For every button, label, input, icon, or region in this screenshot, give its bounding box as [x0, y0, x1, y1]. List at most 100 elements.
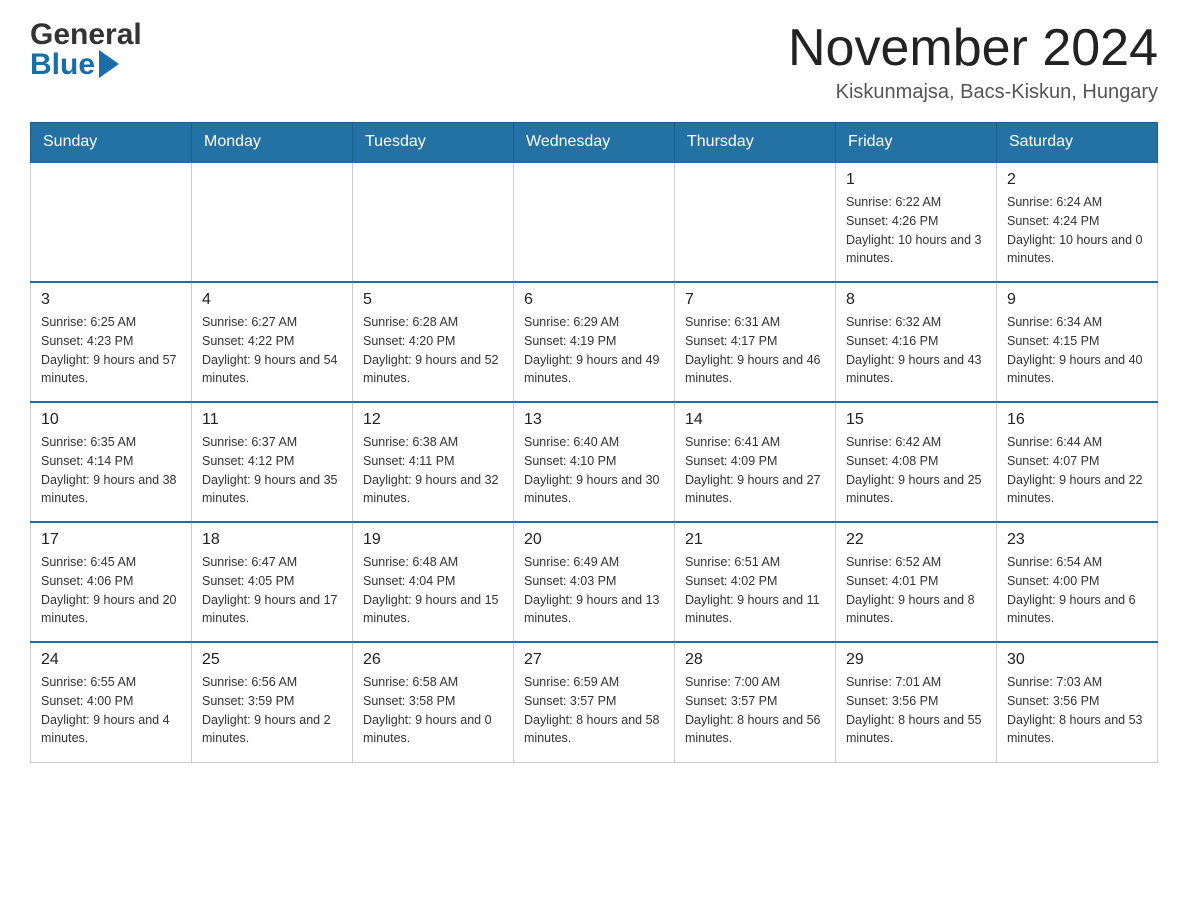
- calendar-day: [675, 162, 836, 282]
- calendar-day: 11Sunrise: 6:37 AMSunset: 4:12 PMDayligh…: [192, 402, 353, 522]
- page-title: November 2024: [788, 20, 1158, 77]
- calendar-day: 20 Sunrise: 6:49 AMSunset: 4:03 PMDayligh…: [514, 522, 675, 642]
- calendar-header-row: SundayMondayTuesdayWednesdayThursdayFrid…: [31, 123, 1158, 163]
- calendar-day: 21 Sunrise: 6:51 AMSunset: 4:02 PMDayligh…: [675, 522, 836, 642]
- calendar-day: 3 Sunrise: 6:25 AMSunset: 4:23 PMDaylight…: [31, 282, 192, 402]
- calendar-day: 7 Sunrise: 6:31 AMSunset: 4:17 PMDaylight…: [675, 282, 836, 402]
- day-info: Sunrise: 6:41 AMSunset: 4:09 PMDaylight:…: [685, 433, 825, 508]
- calendar-header-sunday: Sunday: [31, 123, 192, 163]
- day-number: 1: [846, 171, 986, 189]
- logo-blue-text: Blue: [30, 50, 95, 80]
- day-info: Sunrise: 6:51 AMSunset: 4:02 PMDaylight:…: [685, 553, 825, 628]
- day-number: 6: [524, 291, 664, 309]
- calendar-day: [353, 162, 514, 282]
- calendar-day: 17 Sunrise: 6:45 AMSunset: 4:06 PMDayligh…: [31, 522, 192, 642]
- day-number: 10: [41, 411, 181, 429]
- calendar-header-thursday: Thursday: [675, 123, 836, 163]
- calendar-day: 14 Sunrise: 6:41 AMSunset: 4:09 PMDayligh…: [675, 402, 836, 522]
- calendar-day: 15 Sunrise: 6:42 AMSunset: 4:08 PMDayligh…: [836, 402, 997, 522]
- day-number: 14: [685, 411, 825, 429]
- day-info: Sunrise: 6:24 AMSunset: 4:24 PMDaylight:…: [1007, 193, 1147, 268]
- calendar-day: 24Sunrise: 6:55 AMSunset: 4:00 PMDayligh…: [31, 642, 192, 762]
- calendar-header-wednesday: Wednesday: [514, 123, 675, 163]
- calendar-day: [514, 162, 675, 282]
- calendar-day: 2 Sunrise: 6:24 AMSunset: 4:24 PMDaylight…: [997, 162, 1158, 282]
- day-info: Sunrise: 6:52 AMSunset: 4:01 PMDaylight:…: [846, 553, 986, 628]
- day-number: 18: [202, 531, 342, 549]
- calendar-day: 26Sunrise: 6:58 AMSunset: 3:58 PMDayligh…: [353, 642, 514, 762]
- day-number: 26: [363, 651, 503, 669]
- day-number: 28: [685, 651, 825, 669]
- calendar-day: 5Sunrise: 6:28 AMSunset: 4:20 PMDaylight…: [353, 282, 514, 402]
- day-number: 7: [685, 291, 825, 309]
- calendar-day: 10 Sunrise: 6:35 AMSunset: 4:14 PMDayligh…: [31, 402, 192, 522]
- day-info: Sunrise: 6:42 AMSunset: 4:08 PMDaylight:…: [846, 433, 986, 508]
- day-number: 4: [202, 291, 342, 309]
- title-section: November 2024 Kiskunmajsa, Bacs-Kiskun, …: [788, 20, 1158, 104]
- day-number: 13: [524, 411, 664, 429]
- day-number: 12: [363, 411, 503, 429]
- calendar-day: 4 Sunrise: 6:27 AMSunset: 4:22 PMDaylight…: [192, 282, 353, 402]
- calendar-week-5: 24Sunrise: 6:55 AMSunset: 4:00 PMDayligh…: [31, 642, 1158, 762]
- day-info: Sunrise: 6:37 AMSunset: 4:12 PMDaylight:…: [202, 433, 342, 508]
- day-info: Sunrise: 6:54 AMSunset: 4:00 PMDaylight:…: [1007, 553, 1147, 628]
- day-info: Sunrise: 6:48 AMSunset: 4:04 PMDaylight:…: [363, 553, 503, 628]
- day-info: Sunrise: 6:27 AMSunset: 4:22 PMDaylight:…: [202, 313, 342, 388]
- day-info: Sunrise: 6:34 AMSunset: 4:15 PMDaylight:…: [1007, 313, 1147, 388]
- day-info: Sunrise: 6:40 AMSunset: 4:10 PMDaylight:…: [524, 433, 664, 508]
- calendar-day: 16Sunrise: 6:44 AMSunset: 4:07 PMDayligh…: [997, 402, 1158, 522]
- page-header: General Blue November 2024 Kiskunmajsa, …: [30, 20, 1158, 104]
- day-number: 19: [363, 531, 503, 549]
- calendar-week-2: 3 Sunrise: 6:25 AMSunset: 4:23 PMDaylight…: [31, 282, 1158, 402]
- day-number: 17: [41, 531, 181, 549]
- day-number: 25: [202, 651, 342, 669]
- day-info: Sunrise: 6:32 AMSunset: 4:16 PMDaylight:…: [846, 313, 986, 388]
- calendar-day: [192, 162, 353, 282]
- day-number: 27: [524, 651, 664, 669]
- calendar-day: 8 Sunrise: 6:32 AMSunset: 4:16 PMDaylight…: [836, 282, 997, 402]
- calendar-day: 30Sunrise: 7:03 AMSunset: 3:56 PMDayligh…: [997, 642, 1158, 762]
- logo-general-text: General: [30, 20, 142, 50]
- day-info: Sunrise: 6:44 AMSunset: 4:07 PMDaylight:…: [1007, 433, 1147, 508]
- calendar-day: 12Sunrise: 6:38 AMSunset: 4:11 PMDayligh…: [353, 402, 514, 522]
- day-info: Sunrise: 6:56 AMSunset: 3:59 PMDaylight:…: [202, 673, 342, 748]
- day-number: 20: [524, 531, 664, 549]
- day-info: Sunrise: 6:28 AMSunset: 4:20 PMDaylight:…: [363, 313, 503, 388]
- day-number: 3: [41, 291, 181, 309]
- calendar-day: 29 Sunrise: 7:01 AMSunset: 3:56 PMDayligh…: [836, 642, 997, 762]
- calendar-week-1: 1 Sunrise: 6:22 AMSunset: 4:26 PMDaylight…: [31, 162, 1158, 282]
- calendar-header-monday: Monday: [192, 123, 353, 163]
- calendar-day: 13 Sunrise: 6:40 AMSunset: 4:10 PMDayligh…: [514, 402, 675, 522]
- calendar-day: 1 Sunrise: 6:22 AMSunset: 4:26 PMDaylight…: [836, 162, 997, 282]
- day-info: Sunrise: 6:35 AMSunset: 4:14 PMDaylight:…: [41, 433, 181, 508]
- calendar-day: [31, 162, 192, 282]
- day-info: Sunrise: 6:29 AMSunset: 4:19 PMDaylight:…: [524, 313, 664, 388]
- calendar-header-friday: Friday: [836, 123, 997, 163]
- day-number: 2: [1007, 171, 1147, 189]
- calendar-day: 19 Sunrise: 6:48 AMSunset: 4:04 PMDayligh…: [353, 522, 514, 642]
- day-number: 8: [846, 291, 986, 309]
- day-number: 30: [1007, 651, 1147, 669]
- day-info: Sunrise: 6:22 AMSunset: 4:26 PMDaylight:…: [846, 193, 986, 268]
- logo: General Blue: [30, 20, 142, 80]
- day-number: 29: [846, 651, 986, 669]
- calendar-day: 23 Sunrise: 6:54 AMSunset: 4:00 PMDayligh…: [997, 522, 1158, 642]
- day-number: 15: [846, 411, 986, 429]
- day-number: 23: [1007, 531, 1147, 549]
- day-number: 9: [1007, 291, 1147, 309]
- calendar-day: 18Sunrise: 6:47 AMSunset: 4:05 PMDayligh…: [192, 522, 353, 642]
- day-info: Sunrise: 7:01 AMSunset: 3:56 PMDaylight:…: [846, 673, 986, 748]
- calendar-week-3: 10 Sunrise: 6:35 AMSunset: 4:14 PMDayligh…: [31, 402, 1158, 522]
- day-info: Sunrise: 6:49 AMSunset: 4:03 PMDaylight:…: [524, 553, 664, 628]
- page-subtitle: Kiskunmajsa, Bacs-Kiskun, Hungary: [788, 81, 1158, 104]
- calendar-day: 6 Sunrise: 6:29 AMSunset: 4:19 PMDaylight…: [514, 282, 675, 402]
- day-number: 24: [41, 651, 181, 669]
- day-info: Sunrise: 6:31 AMSunset: 4:17 PMDaylight:…: [685, 313, 825, 388]
- day-info: Sunrise: 6:45 AMSunset: 4:06 PMDaylight:…: [41, 553, 181, 628]
- calendar-table: SundayMondayTuesdayWednesdayThursdayFrid…: [30, 122, 1158, 763]
- day-info: Sunrise: 6:25 AMSunset: 4:23 PMDaylight:…: [41, 313, 181, 388]
- day-info: Sunrise: 6:59 AMSunset: 3:57 PMDaylight:…: [524, 673, 664, 748]
- calendar-week-4: 17 Sunrise: 6:45 AMSunset: 4:06 PMDayligh…: [31, 522, 1158, 642]
- day-number: 21: [685, 531, 825, 549]
- day-info: Sunrise: 7:00 AMSunset: 3:57 PMDaylight:…: [685, 673, 825, 748]
